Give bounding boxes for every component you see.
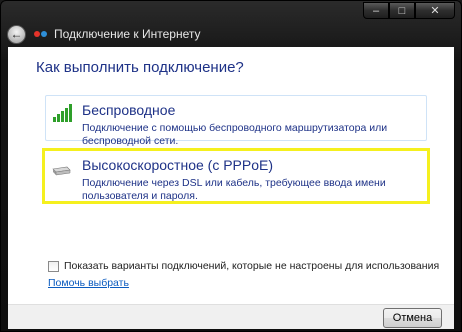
cancel-button[interactable]: Отмена bbox=[383, 308, 442, 328]
back-arrow-icon: ← bbox=[10, 27, 23, 41]
option-title: Беспроводное bbox=[82, 102, 176, 118]
close-button[interactable]: ✕ bbox=[415, 2, 455, 19]
close-icon: ✕ bbox=[430, 5, 440, 17]
window-title: Подключение к Интернету bbox=[54, 27, 201, 41]
option-pppoe[interactable]: Высокоскоростное (с PPPoE) Подключение ч… bbox=[42, 148, 430, 204]
connection-wizard-window: – □ ✕ ← Подключение к Интернету Как выпо… bbox=[0, 0, 462, 332]
maximize-button[interactable]: □ bbox=[389, 2, 415, 19]
wireless-signal-icon bbox=[53, 104, 72, 122]
network-icon bbox=[34, 27, 50, 41]
window-controls: – □ ✕ bbox=[363, 2, 455, 19]
show-unconfigured-row: Показать варианты подключений, которые н… bbox=[48, 260, 439, 272]
wizard-footer: Отмена bbox=[8, 304, 454, 329]
wizard-header: ← Подключение к Интернету bbox=[7, 23, 201, 45]
option-description: Подключение через DSL или кабель, требую… bbox=[82, 177, 386, 202]
back-button[interactable]: ← bbox=[7, 24, 26, 44]
maximize-icon: □ bbox=[398, 4, 406, 17]
minimize-icon: – bbox=[372, 4, 380, 17]
dsl-modem-icon bbox=[51, 163, 71, 181]
option-title: Высокоскоростное (с PPPoE) bbox=[82, 157, 274, 173]
show-unconfigured-label[interactable]: Показать варианты подключений, которые н… bbox=[64, 260, 439, 272]
option-wireless[interactable]: Беспроводное Подключение с помощью беспр… bbox=[45, 95, 427, 147]
minimize-button[interactable]: – bbox=[363, 2, 389, 19]
page-title: Как выполнить подключение? bbox=[36, 59, 244, 76]
wizard-content: Как выполнить подключение? Беспроводное … bbox=[8, 47, 454, 324]
option-description: Подключение с помощью беспроводного марш… bbox=[82, 122, 388, 147]
help-choose-link[interactable]: Помочь выбрать bbox=[48, 277, 129, 289]
show-unconfigured-checkbox[interactable] bbox=[48, 260, 59, 272]
